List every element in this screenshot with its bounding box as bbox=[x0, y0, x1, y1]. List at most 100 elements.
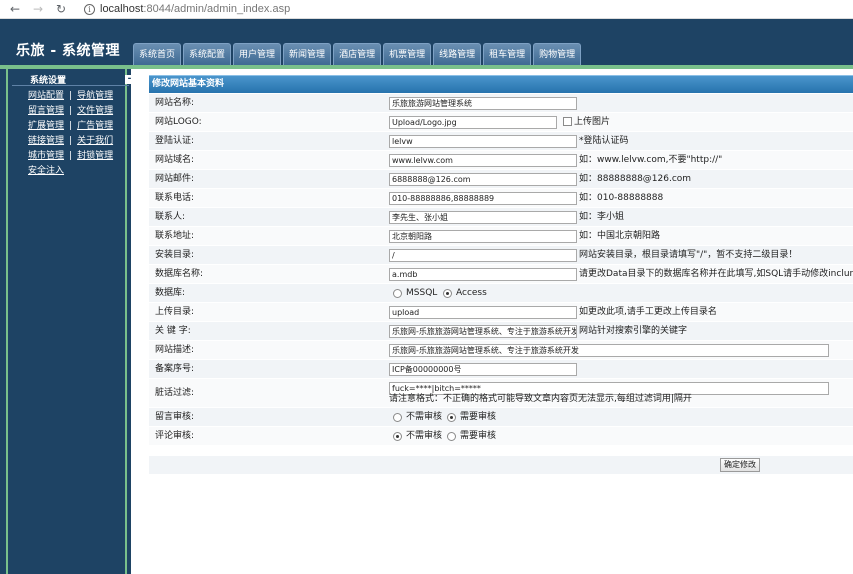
sidebar-item-site-config[interactable]: 网站配置 bbox=[28, 91, 64, 101]
sidebar-item-about[interactable]: 关于我们 bbox=[77, 136, 113, 146]
login-code-input[interactable]: lelvw bbox=[389, 135, 577, 148]
sidebar-panel: 系统设置 - 网站配置 | 导航管理 留言管理 | 文件管理 扩展管理 | 广告管理 链接管… bbox=[6, 69, 134, 574]
form-row-address: 联系地址: 北京朝阳路 如：中国北京朝阳路 bbox=[149, 227, 853, 246]
db-type-label: 数据库: bbox=[155, 288, 186, 298]
keywords-hint: 网站针对搜索引擎的关键字 bbox=[579, 326, 688, 336]
logo-label: 网站LOGO: bbox=[155, 117, 202, 127]
mssql-radio[interactable] bbox=[393, 289, 402, 298]
tab-shopping[interactable]: 购物管理 bbox=[533, 43, 582, 65]
form-row-comment-audit: 评论审核: 不需审核 需要审核 bbox=[149, 427, 853, 446]
icp-input[interactable]: ICP备00000000号 bbox=[389, 363, 577, 376]
sidebar-row: 城市管理 | 封锁管理 bbox=[28, 149, 113, 163]
sidebar-item-ads[interactable]: 广告管理 bbox=[77, 121, 113, 131]
form-row-login-code: 登陆认证: lelvw *登陆认证码 bbox=[149, 132, 853, 151]
app-header: 乐旅 - 系统管理 系统首页 系统配置 用户管理 新闻管理 酒店管理 机票管理 … bbox=[0, 19, 853, 65]
form-row-message-audit: 留言审核: 不需审核 需要审核 bbox=[149, 408, 853, 427]
contact-hint: 如：李小姐 bbox=[579, 212, 625, 222]
sidebar-header: 系统设置 - bbox=[12, 72, 134, 86]
form-row-domain: 网站域名: www.lelvw.com 如：www.lelvw.com,不要"h… bbox=[149, 151, 853, 170]
comment-audit-label: 评论审核: bbox=[155, 431, 195, 441]
forward-arrow-icon[interactable]: → bbox=[31, 2, 45, 16]
tab-flights[interactable]: 机票管理 bbox=[383, 43, 432, 65]
email-input[interactable]: 6888888@126.com bbox=[389, 173, 577, 186]
browser-toolbar: ← → ↻ i localhost:8044/admin/admin_index… bbox=[0, 0, 853, 19]
sidebar-heading: 系统设置 bbox=[30, 76, 67, 86]
reload-icon[interactable]: ↻ bbox=[54, 2, 68, 16]
domain-input[interactable]: www.lelvw.com bbox=[389, 154, 577, 167]
upload-image-label: 上传图片 bbox=[574, 117, 611, 127]
sidebar-item-block[interactable]: 封锁管理 bbox=[77, 151, 113, 161]
contact-label: 联系人: bbox=[155, 212, 186, 222]
sidebar-item-extensions[interactable]: 扩展管理 bbox=[28, 121, 64, 131]
submit-button[interactable]: 确定修改 bbox=[720, 458, 760, 472]
upload-dir-input[interactable]: upload bbox=[389, 306, 577, 319]
panel-title: 修改网站基本资料 bbox=[149, 75, 853, 93]
form-row-contact: 联系人: 李先生、张小姐 如：李小姐 bbox=[149, 208, 853, 227]
sidebar-separator: | bbox=[69, 136, 73, 146]
sidebar-item-security[interactable]: 安全注入 bbox=[28, 166, 64, 176]
install-dir-input[interactable]: / bbox=[389, 249, 577, 262]
form-row-site-name: 网站名称: 乐旅旅游网站管理系统 bbox=[149, 94, 853, 113]
contact-input[interactable]: 李先生、张小姐 bbox=[389, 211, 577, 224]
sidebar-row: 扩展管理 | 广告管理 bbox=[28, 119, 113, 133]
tab-home[interactable]: 系统首页 bbox=[133, 43, 182, 65]
description-input[interactable]: 乐旅网-乐旅旅游网站管理系统、专注于旅游系统开发 bbox=[389, 344, 829, 357]
site-name-label: 网站名称: bbox=[155, 98, 195, 108]
back-arrow-icon[interactable]: ← bbox=[8, 2, 22, 16]
sidebar-item-nav[interactable]: 导航管理 bbox=[77, 91, 113, 101]
message-no-audit-radio[interactable] bbox=[393, 413, 402, 422]
sidebar-row: 安全注入 bbox=[28, 164, 64, 178]
upload-image-checkbox[interactable] bbox=[563, 117, 572, 126]
logo-input[interactable]: Upload/Logo.jpg bbox=[389, 116, 557, 129]
sidebar-item-cities[interactable]: 城市管理 bbox=[28, 151, 64, 161]
domain-hint: 如：www.lelvw.com,不要"http://" bbox=[579, 155, 723, 165]
tab-routes[interactable]: 线路管理 bbox=[433, 43, 482, 65]
access-radio[interactable] bbox=[443, 289, 452, 298]
url-host: localhost bbox=[100, 3, 144, 15]
url-path: :8044/admin/admin_index.asp bbox=[143, 3, 291, 15]
install-dir-label: 安装目录: bbox=[155, 250, 195, 260]
address-hint: 如：中国北京朝阳路 bbox=[579, 231, 661, 241]
comment-need-audit-radio[interactable] bbox=[447, 432, 456, 441]
sidebar-item-files[interactable]: 文件管理 bbox=[77, 106, 113, 116]
address-label: 联系地址: bbox=[155, 231, 195, 241]
keywords-input[interactable]: 乐旅网-乐旅旅游网站管理系统、专注于旅游系统开发 bbox=[389, 325, 577, 338]
site-name-input[interactable]: 乐旅旅游网站管理系统 bbox=[389, 97, 577, 110]
upload-dir-label: 上传目录: bbox=[155, 307, 195, 317]
email-label: 网站邮件: bbox=[155, 174, 195, 184]
tab-news[interactable]: 新闻管理 bbox=[283, 43, 332, 65]
comment-need-audit-label: 需要审核 bbox=[460, 431, 497, 441]
phone-input[interactable]: 010-88888886,88888889 bbox=[389, 192, 577, 205]
domain-label: 网站域名: bbox=[155, 155, 195, 165]
comment-no-audit-radio[interactable] bbox=[393, 432, 402, 441]
form-row-keywords: 关 键 字: 乐旅网-乐旅旅游网站管理系统、专注于旅游系统开发 网站针对搜索引擎… bbox=[149, 322, 853, 341]
tab-users[interactable]: 用户管理 bbox=[233, 43, 282, 65]
sidebar-item-links[interactable]: 链接管理 bbox=[28, 136, 64, 146]
sidebar-row: 链接管理 | 关于我们 bbox=[28, 134, 113, 148]
comment-no-audit-label: 不需审核 bbox=[406, 431, 443, 441]
form-row-logo: 网站LOGO: Upload/Logo.jpg 上传图片 bbox=[149, 113, 853, 132]
sidebar-item-messages[interactable]: 留言管理 bbox=[28, 106, 64, 116]
description-label: 网站描述: bbox=[155, 345, 195, 355]
tab-hotels[interactable]: 酒店管理 bbox=[333, 43, 382, 65]
mssql-label: MSSQL bbox=[406, 288, 438, 298]
message-need-audit-label: 需要审核 bbox=[460, 412, 497, 422]
form-row-upload-dir: 上传目录: upload 如更改此项,请手工更改上传目录名 bbox=[149, 303, 853, 322]
tab-car-rental[interactable]: 租车管理 bbox=[483, 43, 532, 65]
form-row-db-type: 数据库: MSSQL Access bbox=[149, 284, 853, 303]
main-content: 修改网站基本资料 网站名称: 乐旅旅游网站管理系统 网站LOGO: Upload… bbox=[131, 69, 853, 574]
app-title: 乐旅 - 系统管理 bbox=[16, 43, 121, 59]
db-name-input[interactable]: a.mdb bbox=[389, 268, 577, 281]
site-info-icon[interactable]: i bbox=[84, 4, 95, 15]
sidebar: 系统设置 - 网站配置 | 导航管理 留言管理 | 文件管理 扩展管理 | 广告管理 链接管… bbox=[0, 69, 134, 574]
db-name-hint: 请更改Data目录下的数据库名称并在此填写,如SQL请手动修改inclunde/… bbox=[579, 269, 853, 279]
message-need-audit-radio[interactable] bbox=[447, 413, 456, 422]
phone-hint: 如：010-88888888 bbox=[579, 193, 664, 203]
sidebar-row: 留言管理 | 文件管理 bbox=[28, 104, 113, 118]
tab-system-config[interactable]: 系统配置 bbox=[183, 43, 232, 65]
login-code-label: 登陆认证: bbox=[155, 136, 195, 146]
address-bar[interactable]: localhost:8044/admin/admin_index.asp bbox=[100, 1, 290, 18]
address-input[interactable]: 北京朝阳路 bbox=[389, 230, 577, 243]
form-row-install-dir: 安装目录: / 网站安装目录，根目录请填写"/"，暂不支持二级目录！ bbox=[149, 246, 853, 265]
form-row-phone: 联系电话: 010-88888886,88888889 如：010-888888… bbox=[149, 189, 853, 208]
